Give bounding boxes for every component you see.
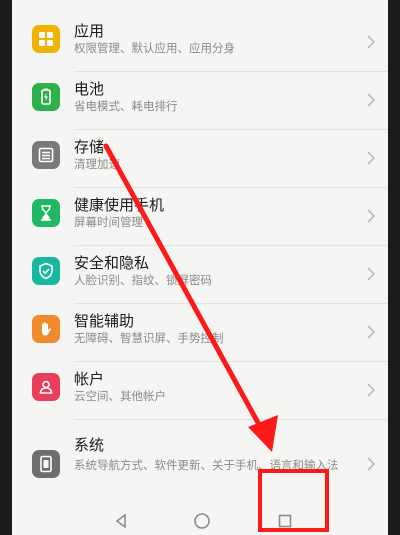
back-icon[interactable]	[114, 513, 128, 529]
settings-item-subtitle: 权限管理、默认应用、应用分身	[74, 41, 235, 55]
settings-item-subtitle: 省电模式、耗电排行	[74, 99, 178, 113]
settings-item-storage[interactable]: 存储 清理加速	[12, 130, 388, 188]
settings-item-apps[interactable]: 应用 权限管理、默认应用、应用分身	[12, 14, 388, 72]
chevron-right-icon	[367, 151, 376, 165]
chevron-right-icon	[367, 35, 376, 49]
settings-item-security[interactable]: 安全和隐私 人脸识别、指纹、锁屏密码	[12, 246, 388, 304]
settings-item-title: 电池	[74, 80, 105, 98]
settings-item-title: 存储	[74, 138, 105, 156]
settings-item-accounts[interactable]: 帐户 云空间、其他帐户	[12, 362, 388, 420]
settings-item-title: 健康使用手机	[74, 196, 165, 214]
settings-item-title: 智能辅助	[74, 312, 135, 330]
settings-item-subtitle: 系统导航方式、软件更新、关于手机、语言和输入法	[74, 458, 339, 472]
system-icon	[32, 450, 60, 478]
settings-item-battery[interactable]: 电池 省电模式、耗电排行	[12, 72, 388, 130]
settings-item-subtitle: 无障碍、智慧识屏、手势控制	[74, 331, 224, 345]
recents-icon[interactable]	[278, 514, 292, 528]
settings-item-subtitle: 云空间、其他帐户	[74, 389, 166, 403]
settings-screen: 应用 权限管理、默认应用、应用分身 电池 省电模式、耗电排行 存储 清理加速 健…	[12, 0, 388, 535]
settings-item-title: 帐户	[74, 370, 105, 388]
hand-icon	[32, 315, 60, 343]
chevron-right-icon	[367, 209, 376, 223]
home-icon[interactable]	[193, 512, 211, 530]
chevron-right-icon	[367, 457, 376, 471]
settings-item-title: 应用	[74, 22, 105, 40]
settings-item-accessibility[interactable]: 智能辅助 无障碍、智慧识屏、手势控制	[12, 304, 388, 362]
settings-item-subtitle: 清理加速	[74, 157, 120, 171]
chevron-right-icon	[367, 383, 376, 397]
storage-icon	[32, 141, 60, 169]
account-icon	[32, 373, 60, 401]
settings-item-subtitle: 人脸识别、指纹、锁屏密码	[74, 273, 212, 287]
chevron-right-icon	[367, 325, 376, 339]
navigation-bar	[12, 505, 388, 535]
chevron-right-icon	[367, 267, 376, 281]
battery-icon	[32, 83, 60, 111]
settings-item-subtitle: 屏幕时间管理	[74, 215, 143, 229]
settings-item-system[interactable]: 系统 系统导航方式、软件更新、关于手机、语言和输入法	[12, 420, 388, 498]
chevron-right-icon	[367, 93, 376, 107]
hourglass-icon	[32, 199, 60, 227]
settings-item-digital-balance[interactable]: 健康使用手机 屏幕时间管理	[12, 188, 388, 246]
settings-item-title: 系统	[74, 436, 105, 454]
settings-item-title: 安全和隐私	[74, 254, 150, 272]
shield-icon	[32, 257, 60, 285]
apps-icon	[32, 25, 60, 53]
